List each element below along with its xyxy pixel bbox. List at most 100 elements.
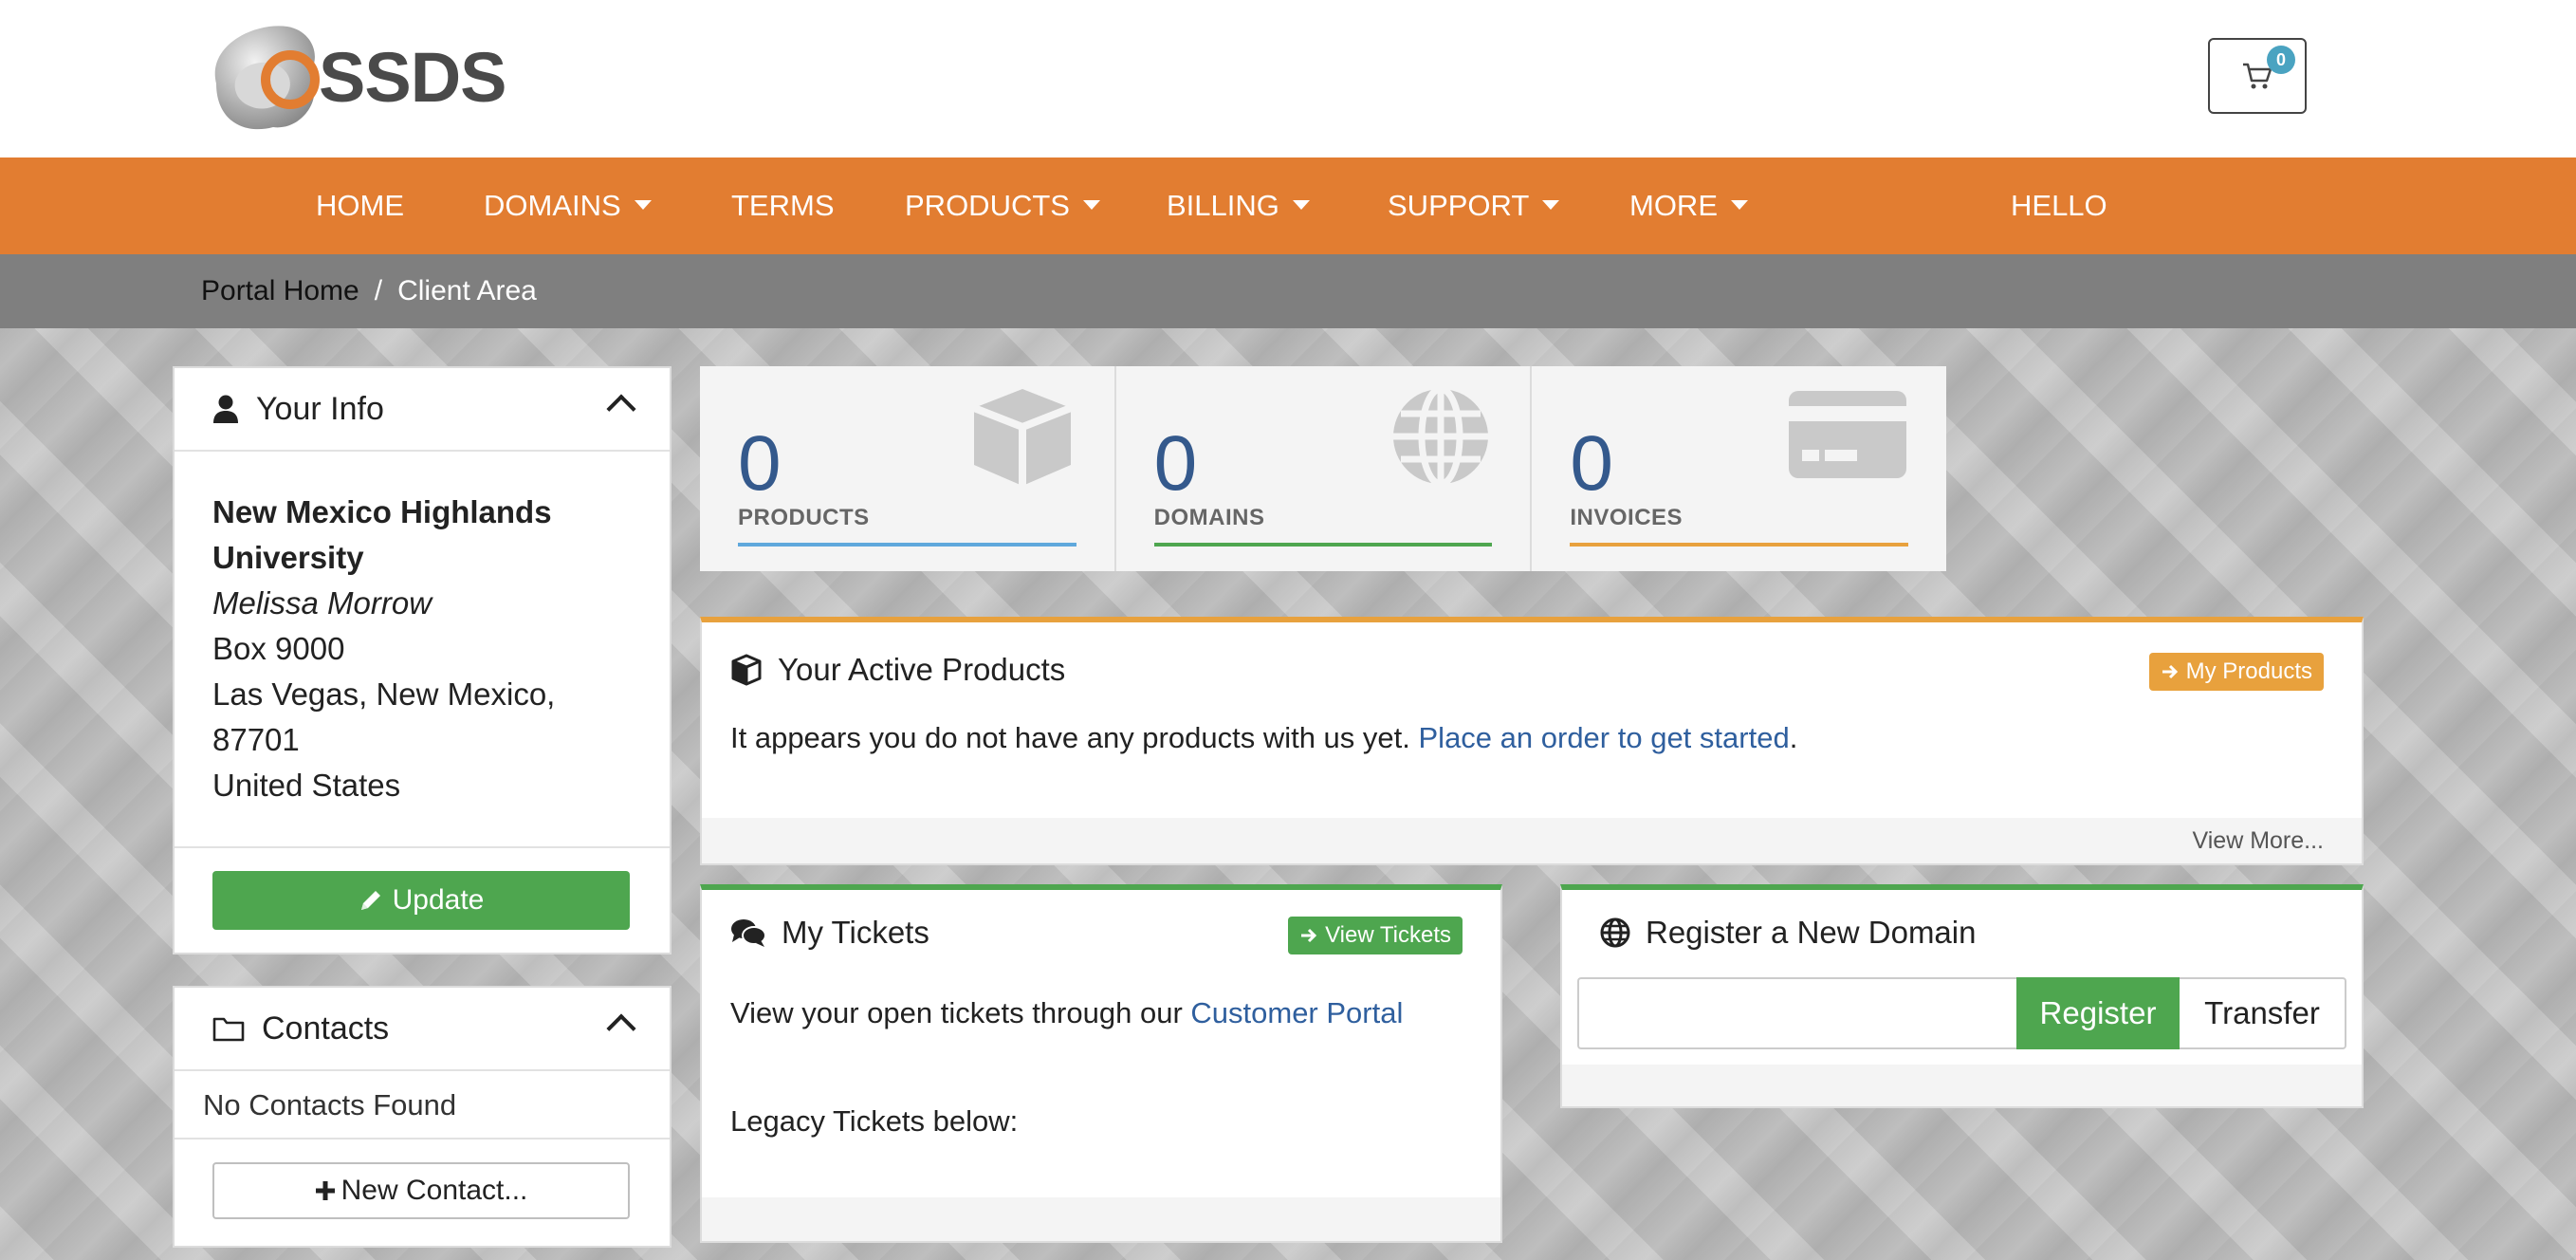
place-order-link[interactable]: Place an order to get started — [1419, 721, 1790, 754]
site-logo[interactable]: SSDS — [197, 17, 507, 137]
stat-domains-value: 0 — [1153, 420, 1198, 507]
nav-label: MORE — [1629, 189, 1718, 222]
cart-button[interactable]: 0 — [2208, 38, 2307, 114]
cube-icon — [731, 654, 762, 686]
breadcrumb-portal-home[interactable]: Portal Home — [201, 275, 359, 306]
nav-more[interactable]: MORE — [1629, 158, 1748, 254]
caret-down-icon — [1292, 199, 1310, 210]
customer-portal-link[interactable]: Customer Portal — [1190, 996, 1403, 1029]
caret-down-icon — [634, 199, 652, 210]
stat-domains-label: DOMAINS — [1153, 505, 1265, 530]
tickets-message: View your open tickets through our Custo… — [702, 992, 1500, 1034]
tickets-text: View your open tickets through our — [730, 996, 1183, 1029]
contact-name: Melissa Morrow — [212, 585, 432, 621]
user-icon — [213, 395, 238, 423]
stat-invoices-label: INVOICES — [1570, 505, 1684, 530]
new-contact-button[interactable]: New Contact... — [212, 1162, 630, 1219]
my-products-label: My Products — [2185, 658, 2312, 684]
breadcrumb-bar: Portal Home / Client Area — [0, 254, 2576, 328]
register-button[interactable]: Register — [2016, 977, 2180, 1049]
stat-domains[interactable]: 0 DOMAINS — [1116, 366, 1533, 571]
your-info-details: New Mexico Highlands University Melissa … — [175, 452, 670, 846]
legacy-tickets-text: Legacy Tickets below: — [730, 1104, 1019, 1138]
plus-icon — [315, 1181, 335, 1200]
view-tickets-button[interactable]: View Tickets — [1288, 917, 1463, 954]
contacts-header[interactable]: Contacts — [175, 988, 670, 1071]
new-contact-label: New Contact... — [340, 1175, 528, 1206]
stat-domains-bar — [1153, 543, 1493, 547]
comments-icon — [731, 919, 766, 947]
box-icon — [972, 389, 1073, 486]
pencil-icon — [360, 891, 380, 910]
main-nav: HOME DOMAINS TERMS PRODUCTS BILLING SUPP… — [0, 158, 2576, 254]
my-tickets-panel: My Tickets View Tickets View your open t… — [700, 884, 1502, 1243]
globe-icon — [1600, 917, 1630, 948]
your-info-card: Your Info New Mexico Highlands Universit… — [173, 366, 672, 954]
nav-hello[interactable]: HELLO — [2011, 158, 2107, 254]
company-name: New Mexico Highlands University — [212, 494, 552, 575]
update-label: Update — [392, 884, 485, 916]
breadcrumb-separator: / — [374, 275, 383, 306]
my-products-button[interactable]: My Products — [2148, 653, 2324, 691]
folder-icon — [212, 1017, 245, 1042]
your-info-footer: Update — [175, 846, 670, 953]
no-contacts-text: No Contacts Found — [175, 1071, 670, 1140]
logo-text: SSDS — [319, 37, 507, 117]
no-products-text: It appears you do not have any products … — [730, 721, 1410, 754]
your-info-title: Your Info — [256, 390, 384, 427]
nav-domains[interactable]: DOMAINS — [484, 158, 652, 254]
arrow-right-icon — [1301, 928, 1317, 943]
stats-row: 0 PRODUCTS 0 DOMAINS 0 INVOICES — [700, 366, 1946, 571]
domain-search-row: Register Transfer — [1577, 977, 2346, 1049]
chevron-up-icon[interactable] — [606, 1013, 636, 1044]
address-city-state: Las Vegas, New Mexico, — [212, 676, 556, 712]
nav-label: BILLING — [1167, 189, 1279, 222]
nav-products[interactable]: PRODUCTS — [905, 158, 1100, 254]
register-domain-footer — [1562, 1065, 2362, 1106]
register-domain-header: Register a New Domain — [1562, 890, 2362, 975]
arrow-right-icon — [2162, 664, 2179, 679]
your-info-header[interactable]: Your Info — [175, 368, 670, 452]
chevron-up-icon[interactable] — [606, 394, 636, 424]
stat-products-label: PRODUCTS — [738, 505, 870, 530]
nav-support[interactable]: SUPPORT — [1388, 158, 1560, 254]
nav-billing[interactable]: BILLING — [1167, 158, 1310, 254]
address-postcode: 87701 — [212, 722, 300, 757]
stat-products-bar — [738, 543, 1076, 547]
caret-down-icon — [1082, 199, 1100, 210]
stat-products-value: 0 — [738, 420, 782, 507]
logo-mark-icon — [214, 26, 320, 130]
site-header: SSDS 0 — [0, 0, 2576, 158]
view-more-link[interactable]: View More... — [2193, 827, 2324, 854]
my-tickets-footer — [702, 1197, 1500, 1241]
active-products-header: Your Active Products My Products — [702, 622, 2362, 717]
punctuation: . — [1789, 721, 1798, 754]
register-domain-title: Register a New Domain — [1646, 915, 1977, 950]
active-products-message: It appears you do not have any products … — [702, 717, 2362, 759]
caret-down-icon — [1731, 199, 1748, 210]
credit-card-icon — [1789, 391, 1907, 478]
update-button[interactable]: Update — [212, 871, 630, 930]
nav-label: TERMS — [731, 189, 835, 222]
nav-label: DOMAINS — [484, 189, 621, 222]
active-products-panel: Your Active Products My Products It appe… — [700, 617, 2364, 865]
nav-label: HELLO — [2011, 189, 2107, 222]
view-tickets-label: View Tickets — [1325, 922, 1451, 948]
address-line: Box 9000 — [212, 631, 345, 666]
stat-products[interactable]: 0 PRODUCTS — [700, 366, 1116, 571]
transfer-button[interactable]: Transfer — [2180, 977, 2346, 1049]
domain-input[interactable] — [1577, 977, 2016, 1049]
breadcrumb-current: Client Area — [397, 275, 537, 306]
contacts-card: Contacts No Contacts Found New Contact..… — [173, 986, 672, 1248]
nav-terms[interactable]: TERMS — [731, 158, 835, 254]
nav-label: SUPPORT — [1388, 189, 1530, 222]
breadcrumb: Portal Home / Client Area — [201, 254, 537, 328]
cart-count-badge: 0 — [2267, 46, 2295, 74]
stat-invoices-value: 0 — [1570, 420, 1613, 507]
stat-invoices[interactable]: 0 INVOICES — [1532, 366, 1946, 571]
contacts-footer: New Contact... — [175, 1140, 670, 1242]
active-products-footer: View More... — [702, 818, 2362, 863]
nav-home[interactable]: HOME — [316, 158, 404, 254]
globe-icon — [1393, 385, 1489, 488]
contacts-title: Contacts — [262, 1010, 390, 1047]
